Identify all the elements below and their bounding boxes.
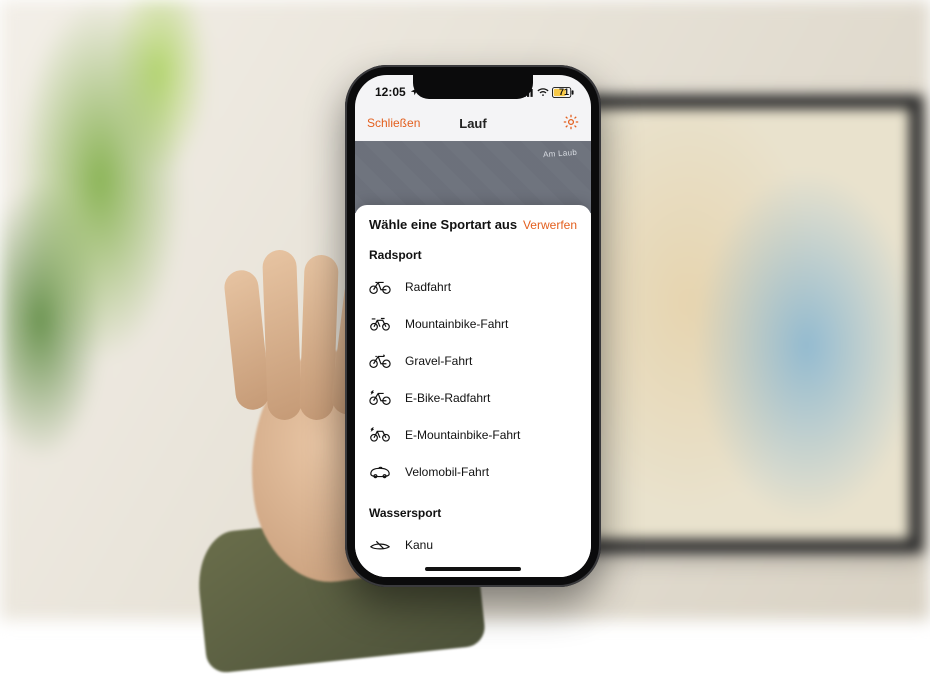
map-street-label: Am Laub — [543, 148, 578, 159]
velomobile-icon — [369, 464, 391, 480]
list-item-label: E-Mountainbike-Fahrt — [405, 428, 520, 442]
list-item-label: Radfahrt — [405, 280, 451, 294]
e-mtb-icon — [369, 427, 391, 443]
close-button[interactable]: Schließen — [367, 116, 420, 130]
list-item[interactable]: E-Bike-Radfahrt — [355, 379, 591, 416]
phone-device-frame: 12:05 — [345, 65, 601, 587]
list-item[interactable]: Velomobil-Fahrt — [355, 453, 591, 490]
list-item-label: Kanu — [405, 538, 433, 552]
phone-screen: 12:05 — [355, 75, 591, 577]
mtb-icon — [369, 316, 391, 332]
dismiss-button[interactable]: Verwerfen — [523, 218, 577, 232]
sheet-title: Wähle eine Sportart aus — [369, 217, 517, 232]
home-indicator[interactable] — [425, 567, 521, 571]
canoe-icon — [369, 537, 391, 553]
phone-notch — [413, 75, 533, 99]
list-item[interactable]: E-Mountainbike-Fahrt — [355, 416, 591, 453]
list-item-label: E-Bike-Radfahrt — [405, 391, 490, 405]
list-item-label: Mountainbike-Fahrt — [405, 317, 508, 331]
list-item[interactable]: Mountainbike-Fahrt — [355, 305, 591, 342]
nav-bar: Schließen Lauf — [355, 109, 591, 141]
bike-icon — [369, 279, 391, 295]
settings-button[interactable] — [563, 114, 579, 133]
list-item-label: Gravel-Fahrt — [405, 354, 472, 368]
map-preview[interactable]: Am Laub — [355, 141, 591, 213]
sport-picker-sheet: Wähle eine Sportart aus Verwerfen Radspo… — [355, 205, 591, 577]
list-item[interactable]: Kanu — [355, 526, 591, 555]
status-time: 12:05 — [375, 85, 406, 99]
list-item[interactable]: Gravel-Fahrt — [355, 342, 591, 379]
section-header-radsport: Radsport — [355, 242, 591, 268]
list-item-label: Velomobil-Fahrt — [405, 465, 489, 479]
sport-list-radsport: Radfahrt Mountainbike-Fahrt Gravel-Fahrt — [355, 268, 591, 490]
gear-icon — [563, 119, 579, 133]
list-item[interactable]: Radfahrt — [355, 268, 591, 305]
ebike-icon — [369, 390, 391, 406]
wall-map-frame — [555, 95, 923, 553]
gravel-bike-icon — [369, 353, 391, 369]
section-header-wassersport: Wassersport — [355, 500, 591, 526]
battery-percent: 71 — [559, 87, 569, 97]
sport-list-wassersport: Kanu — [355, 526, 591, 555]
wifi-icon — [537, 88, 549, 97]
